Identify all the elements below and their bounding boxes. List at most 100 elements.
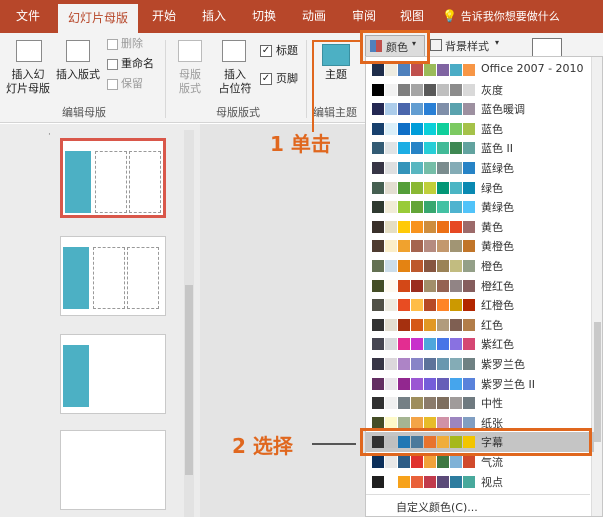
color-swatch [424,377,436,390]
footer-checkbox[interactable]: ✓ [260,73,272,85]
color-swatch [398,358,410,370]
color-scheme-item[interactable]: 灰度 [366,80,594,100]
color-scheme-item[interactable]: 绿色 [366,178,594,198]
color-scheme-item[interactable]: 紫罗兰色 II [366,374,594,394]
color-swatch [398,416,410,429]
color-scheme-item[interactable]: 蓝色暖调 [366,99,594,119]
color-scheme-item[interactable]: 蓝色 [366,119,594,139]
color-swatch [398,475,410,488]
color-swatch [463,358,475,370]
color-swatch [398,240,410,253]
color-scheme-item[interactable]: 黄橙色 [366,236,594,256]
color-swatch [398,456,410,468]
color-swatch [398,103,410,116]
tab-file[interactable]: 文件 [8,0,48,33]
tab-view[interactable]: 视图 [394,0,430,33]
color-swatch [424,181,436,194]
insert-layout-button[interactable]: 插入版式 [54,68,102,82]
color-scheme-item[interactable]: 橙红色 [366,276,594,296]
slide-thumbnail[interactable] [60,430,166,510]
scrollbar-thumb[interactable] [594,322,601,442]
color-swatch [411,142,423,155]
color-swatch [424,220,436,233]
color-scheme-item[interactable]: 蓝色 II [366,138,594,158]
color-scheme-item[interactable]: 中性 [366,393,594,413]
slide-thumbnail[interactable] [60,236,166,316]
color-swatch [372,475,384,488]
color-swatch [411,397,423,410]
tab-home[interactable]: 开始 [146,0,182,33]
color-swatch [424,122,436,135]
color-swatch [411,318,423,331]
color-scheme-label: 蓝色 [481,122,503,136]
color-scheme-label: 蓝绿色 [481,162,514,175]
tab-transitions[interactable]: 切换 [246,0,282,33]
color-swatch [463,103,475,116]
color-scheme-label: 紫红色 [481,338,514,352]
rename-button[interactable]: 重命名 [121,57,154,71]
title-checkbox[interactable]: ✓ [260,45,272,57]
color-scheme-item[interactable]: 黄色 [366,217,594,237]
theme-button[interactable]: 主题 [320,68,352,82]
tab-review[interactable]: 审阅 [346,0,382,33]
color-scheme-item[interactable]: 紫罗兰色 [366,354,594,374]
insert-placeholder-button[interactable]: 插入 占位符 [212,68,258,96]
color-swatch [463,279,475,292]
color-swatch [450,475,462,488]
color-swatch [424,358,436,370]
color-swatch [437,162,449,174]
color-swatch [372,318,384,331]
color-swatch [398,181,410,194]
color-scheme-label: 橙红色 [481,279,514,293]
tell-me-text: 告诉我你想要做什么 [460,10,560,23]
master-layout-icon [178,40,202,62]
color-swatch [450,416,462,429]
color-swatch [411,103,423,116]
color-swatch [437,456,449,468]
color-swatch [372,279,384,292]
background-styles-icon [430,39,442,51]
tell-me-box[interactable]: 💡 告诉我你想要做什么 [442,0,572,33]
color-scheme-item[interactable]: 橙色 [366,256,594,276]
color-scheme-item[interactable]: 视点 [366,472,594,492]
slide-thumbnail[interactable] [60,138,166,218]
scrollbar-thumb[interactable] [185,285,193,475]
callout-line [312,443,356,445]
color-swatch [437,318,449,331]
preserve-button[interactable]: 保留 [121,77,143,91]
color-swatch [385,299,397,312]
color-swatch [463,299,475,312]
color-scheme-item[interactable]: Office 2007 - 2010 [366,60,594,80]
color-swatch [450,318,462,331]
color-swatch [463,377,475,390]
color-scheme-item[interactable]: 紫红色 [366,334,594,354]
color-scheme-label: 黄橙色 [481,240,514,254]
color-swatch [450,279,462,292]
thumbnail-bar [63,345,89,407]
tab-animations[interactable]: 动画 [296,0,332,33]
tab-slide-master[interactable]: 幻灯片母版 [58,4,138,33]
color-scheme-item[interactable]: 蓝绿色 [366,158,594,178]
color-swatch [437,299,449,312]
delete-button[interactable]: 删除 [121,37,143,51]
color-swatch [385,377,397,390]
color-scheme-item[interactable]: 红色 [366,315,594,335]
tab-insert[interactable]: 插入 [196,0,232,33]
color-swatch [385,240,397,253]
thumbnail-placeholder [127,247,159,309]
color-swatch [372,260,384,272]
color-scheme-item[interactable]: 红橙色 [366,295,594,315]
slide-thumbnail[interactable] [60,334,166,414]
slide-number: · [48,130,51,140]
insert-slide-master-button[interactable]: 插入幻 灯片母版 [2,68,54,96]
master-layout-button[interactable]: 母版 版式 [174,68,206,96]
background-styles-button[interactable]: 背景样式 ▾ [430,37,530,55]
color-swatch [372,456,384,468]
customize-colors-item[interactable]: 自定义颜色(C)... [366,494,590,516]
color-swatch [450,64,462,76]
ribbon-separator [306,40,307,118]
thumbnail-scrollbar[interactable] [184,130,194,517]
color-swatch [411,416,423,429]
color-swatch [450,142,462,155]
color-scheme-item[interactable]: 黄绿色 [366,197,594,217]
